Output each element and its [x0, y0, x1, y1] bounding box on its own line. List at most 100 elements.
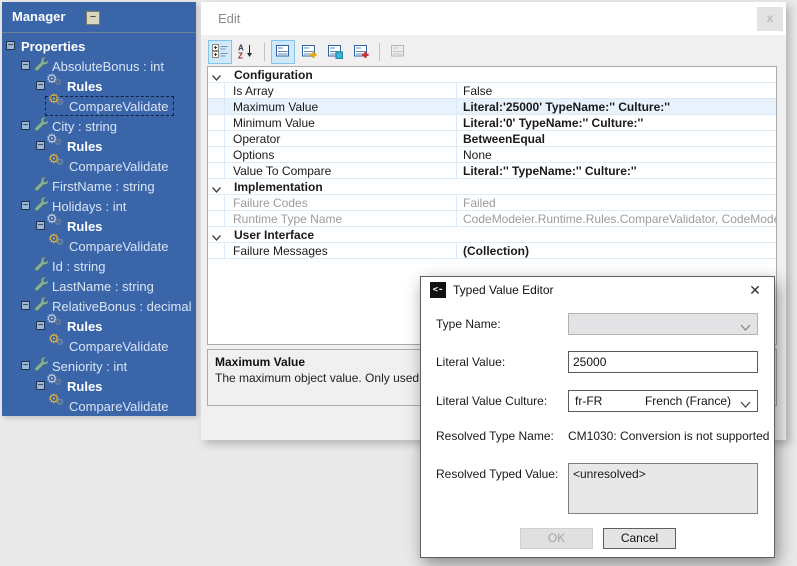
close-edit-panel-button[interactable]: x: [757, 7, 783, 31]
tree-item[interactable]: − Properties: [2, 36, 196, 56]
tree-item[interactable]: − ⚙ ⚙ Rules: [2, 211, 196, 236]
category-label: Implementation: [234, 180, 323, 194]
tree-item-label: CompareValidate: [69, 98, 169, 114]
row-gutter: [208, 115, 225, 130]
property-name: Operator: [233, 132, 281, 146]
tree-item-label: RelativeBonus : decimal: [52, 298, 192, 314]
dialog-titlebar[interactable]: <- Typed Value Editor ✕: [421, 277, 774, 303]
tree-item[interactable]: − Holidays : int: [2, 196, 196, 216]
culture-display-name: French (France): [644, 394, 731, 408]
ok-button[interactable]: OK: [520, 528, 593, 549]
tree-item[interactable]: ⚙ ⚙ CompareValidate: [2, 91, 196, 116]
resolved-typed-value-label: Resolved Typed Value:: [436, 467, 559, 481]
type-name-select[interactable]: [568, 313, 758, 335]
edit-panel-header: Edit x: [201, 2, 786, 35]
tree-item-label: City : string: [52, 118, 118, 134]
row-gutter: [208, 83, 225, 98]
literal-value-input[interactable]: [568, 351, 758, 373]
property-value[interactable]: BetweenEqual: [456, 131, 776, 147]
property-grid-category-row[interactable]: User Interface: [208, 227, 776, 243]
tree-item[interactable]: − ⚙ ⚙ Rules: [2, 371, 196, 396]
property-grid-row[interactable]: Runtime Type Name CodeModeler.Runtime.Ru…: [208, 211, 776, 227]
tree-item[interactable]: LastName : string: [2, 276, 196, 296]
tree-item[interactable]: − RelativeBonus : decimal: [2, 296, 196, 316]
tree-item-label: Id : string: [52, 258, 106, 274]
tree-item[interactable]: − ⚙ ⚙ Rules: [2, 71, 196, 96]
tree-item[interactable]: ⚙ ⚙ CompareValidate: [2, 231, 196, 256]
property-name: Runtime Type Name: [233, 212, 343, 226]
gold-gears-icon: ⚙ ⚙: [48, 91, 65, 107]
row-gutter: [208, 211, 225, 226]
chevron-down-icon: [739, 398, 752, 412]
property-grid-row[interactable]: Minimum Value Literal:'0' TypeName:'' Cu…: [208, 115, 776, 131]
collapse-panel-icon[interactable]: −: [86, 11, 100, 25]
property-name: Value To Compare: [233, 164, 332, 178]
property-grid-category-row[interactable]: Implementation: [208, 179, 776, 195]
show-properties-button[interactable]: [271, 40, 295, 64]
add-rule-button[interactable]: [349, 40, 373, 64]
tree-item[interactable]: − City : string: [2, 116, 196, 136]
row-gutter: [208, 147, 225, 162]
chevron-down-icon: [739, 321, 752, 335]
literal-value-culture-label: Literal Value Culture:: [436, 394, 548, 408]
tree-item[interactable]: ⚙ ⚙ CompareValidate: [2, 391, 196, 416]
tree-item-label: Rules: [67, 218, 103, 234]
property-grid-row[interactable]: Failure Messages (Collection): [208, 243, 776, 259]
typed-value-editor-dialog: <- Typed Value Editor ✕ Type Name: Liter…: [420, 276, 775, 558]
tree-item[interactable]: − Seniority : int: [2, 356, 196, 376]
property-page-add-icon: [301, 43, 317, 62]
tree-item[interactable]: − AbsoluteBonus : int: [2, 56, 196, 76]
tree-item[interactable]: ⚙ ⚙ CompareValidate: [2, 151, 196, 176]
manager-panel-title: Manager: [12, 9, 66, 24]
property-value[interactable]: False: [456, 83, 776, 99]
resolved-typed-value-box[interactable]: <unresolved>: [568, 463, 758, 514]
property-page-copy-icon: [327, 43, 343, 62]
property-value[interactable]: CodeModeler.Runtime.Rules.CompareValidat…: [456, 211, 776, 227]
wrench-icon: [33, 256, 49, 276]
literal-value-culture-select[interactable]: fr-FR French (France): [568, 390, 758, 412]
property-grid-row[interactable]: Failure Codes Failed: [208, 195, 776, 211]
gold-gears-icon: ⚙ ⚙: [48, 331, 65, 347]
property-name: Failure Codes: [233, 196, 308, 210]
property-value[interactable]: Literal:'25000' TypeName:'' Culture:'': [456, 99, 776, 115]
tree-item-label: FirstName : string: [52, 178, 155, 194]
property-grid-row[interactable]: Operator BetweenEqual: [208, 131, 776, 147]
tree-item-label: CompareValidate: [69, 238, 169, 254]
cancel-button[interactable]: Cancel: [603, 528, 676, 549]
alphabetical-sort-icon: AZ: [238, 43, 254, 62]
property-page-add-red-icon: [353, 43, 369, 62]
gold-gears-icon: ⚙ ⚙: [48, 391, 65, 407]
dialog-title: Typed Value Editor: [453, 283, 554, 297]
literal-value-label: Literal Value:: [436, 355, 506, 369]
tree-item[interactable]: Id : string: [2, 256, 196, 276]
tree-item-label: Rules: [67, 378, 103, 394]
property-value[interactable]: Literal:'' TypeName:'' Culture:'': [456, 163, 776, 179]
row-gutter: [208, 131, 225, 146]
tree-item[interactable]: − ⚙ ⚙ Rules: [2, 131, 196, 156]
property-value[interactable]: Literal:'0' TypeName:'' Culture:'': [456, 115, 776, 131]
tree-item[interactable]: FirstName : string: [2, 176, 196, 196]
property-name: Is Array: [233, 84, 274, 98]
property-grid-row[interactable]: Is Array False: [208, 83, 776, 99]
tree-item-label: Rules: [67, 138, 103, 154]
categorized-view-button[interactable]: [208, 40, 232, 64]
property-value[interactable]: (Collection): [456, 243, 776, 259]
property-pages-button[interactable]: [386, 40, 410, 64]
wrench-icon: [33, 276, 49, 296]
property-grid-row[interactable]: Maximum Value Literal:'25000' TypeName:'…: [208, 99, 776, 115]
property-grid-row[interactable]: Value To Compare Literal:'' TypeName:'' …: [208, 163, 776, 179]
tree-item[interactable]: ⚙ ⚙ CompareValidate: [2, 331, 196, 356]
add-property-button[interactable]: [297, 40, 321, 64]
resolved-typed-value-text: <unresolved>: [573, 467, 646, 481]
tree-item[interactable]: − ⚙ ⚙ Rules: [2, 311, 196, 336]
property-name: Failure Messages: [233, 244, 328, 258]
culture-code: fr-FR: [575, 394, 603, 408]
close-dialog-button[interactable]: ✕: [746, 281, 764, 299]
property-grid-row[interactable]: Options None: [208, 147, 776, 163]
alphabetical-sort-button[interactable]: AZ: [234, 40, 258, 64]
property-value[interactable]: None: [456, 147, 776, 163]
property-value[interactable]: Failed: [456, 195, 776, 211]
svg-text:Z: Z: [238, 51, 243, 59]
property-grid-category-row[interactable]: Configuration: [208, 67, 776, 83]
copy-property-button[interactable]: [323, 40, 347, 64]
